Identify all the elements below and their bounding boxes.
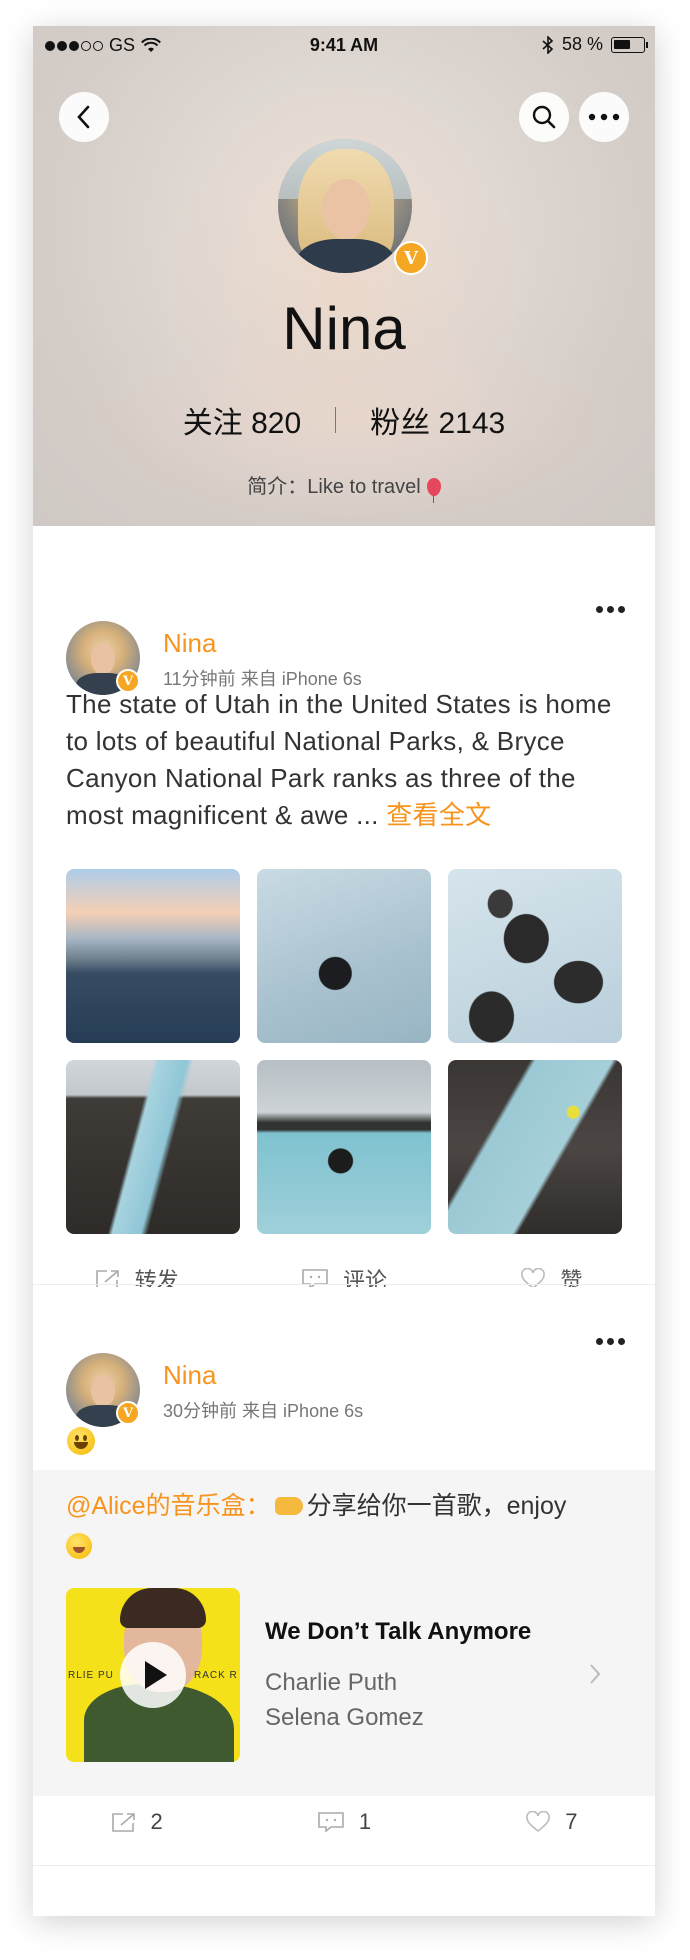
song-artist: Charlie Puth (265, 1669, 398, 1696)
post-actions: 2 1 7 (33, 1809, 655, 1835)
following-stat[interactable]: 关注 820 (183, 398, 301, 442)
verified-badge-icon: V (116, 1401, 140, 1425)
more-horizontal-icon (588, 113, 620, 121)
more-options-button[interactable] (579, 92, 629, 142)
comment-icon (318, 1812, 344, 1833)
battery-icon (611, 36, 648, 53)
profile-avatar[interactable] (278, 139, 412, 273)
person-on-rock-photo[interactable] (448, 1060, 622, 1234)
verified-badge-icon: V (394, 241, 428, 275)
battery-percent: 58 % (561, 34, 603, 54)
play-button[interactable] (120, 1642, 186, 1708)
album-cover-text: RACK R (194, 1670, 238, 1681)
post-divider (33, 1284, 655, 1285)
followers-stat[interactable]: 粉丝 2143 (370, 398, 505, 442)
feed-post: V Nina 11分钟前 来自 iPhone 6s The state of U… (33, 526, 655, 1293)
read-more-link[interactable]: 查看全文 (386, 800, 491, 830)
more-dot-icon (607, 606, 614, 613)
heart-icon (526, 1811, 550, 1833)
followers-label: 粉丝 (370, 407, 431, 440)
following-label: 关注 (182, 407, 243, 440)
post-meta: 30分钟前 来自 iPhone 6s (163, 1397, 363, 1423)
status-bar: GS 9:41 AM 58 % (33, 26, 655, 66)
share-icon (111, 1813, 135, 1832)
album-cover-text: RLIE PU (68, 1670, 114, 1681)
battery-fill (614, 39, 630, 49)
search-button[interactable] (519, 92, 569, 142)
stats-divider (335, 407, 337, 433)
followers-count: 2143 (438, 407, 506, 440)
repost-count: 2 (150, 1809, 163, 1834)
post-more-button[interactable] (596, 1338, 625, 1345)
repost-message: 分享给你一首歌，enjoy (306, 1492, 567, 1520)
profile-bio: 简介：Like to travel (33, 470, 655, 503)
search-icon (532, 105, 556, 129)
reposted-content[interactable]: @Alice的音乐盒： 分享给你一首歌，enjoy RLIE PU RACK R … (33, 1470, 655, 1796)
more-dot-icon (618, 1338, 625, 1345)
feed-post: V Nina 30分钟前 来自 iPhone 6s @Alice的音乐盒： 分享给… (33, 1287, 655, 1916)
following-count: 820 (251, 407, 302, 440)
comment-button[interactable]: 1 (240, 1809, 447, 1835)
more-dot-icon (607, 1338, 614, 1345)
lava-rocks-in-lagoon-photo[interactable] (448, 869, 622, 1043)
bathers-in-lagoon-photo[interactable] (257, 1060, 431, 1234)
like-count: 7 (565, 1809, 578, 1834)
more-dot-icon (596, 606, 603, 613)
more-dot-icon (618, 606, 625, 613)
post-body: The state of Utah in the United States i… (66, 689, 612, 830)
mention-link[interactable]: @Alice的音乐盒： (66, 1492, 271, 1520)
repost-button[interactable]: 2 (33, 1809, 240, 1835)
chevron-left-icon (77, 105, 90, 129)
grinning-face-emoji (67, 1427, 95, 1455)
post-author-name[interactable]: Nina (163, 1360, 216, 1391)
more-dot-icon (596, 1338, 603, 1345)
chevron-right-icon[interactable] (588, 1662, 602, 1686)
profile-stats: 关注 820 粉丝 2143 (33, 398, 655, 442)
post-source: 来自 iPhone 6s (242, 1401, 364, 1421)
smiling-face-emoji (66, 1533, 92, 1559)
lake-shore-photo[interactable] (66, 869, 240, 1043)
profile-header: GS 9:41 AM 58 % V Nina 关注 820 粉丝 2143 简介… (33, 26, 655, 526)
like-button[interactable]: 7 (448, 1809, 655, 1835)
balloon-icon (426, 478, 441, 503)
lava-field-river-photo[interactable] (66, 1060, 240, 1234)
bio-text: Like to travel (307, 476, 421, 498)
back-button[interactable] (59, 92, 109, 142)
comment-count: 1 (358, 1809, 372, 1834)
song-title: We Don’t Talk Anymore (265, 1618, 532, 1645)
pointing-hand-emoji (274, 1497, 303, 1515)
post-divider (33, 1865, 655, 1866)
post-more-button[interactable] (596, 606, 625, 613)
bather-in-blue-lagoon-photo[interactable] (257, 869, 431, 1043)
album-cover[interactable]: RLIE PU RACK R (66, 1588, 240, 1762)
phone-screen: GS 9:41 AM 58 % V Nina 关注 820 粉丝 2143 简介… (33, 26, 655, 1916)
post-time: 30分钟前 (163, 1401, 238, 1421)
song-artist: Selena Gomez (265, 1704, 424, 1731)
post-text: The state of Utah in the United States i… (66, 686, 626, 834)
profile-name: Nina (282, 295, 406, 362)
repost-text: @Alice的音乐盒： 分享给你一首歌，enjoy (66, 1486, 626, 1566)
post-author-name[interactable]: Nina (163, 628, 216, 659)
bio-label: 简介： (247, 476, 308, 498)
bluetooth-icon (542, 35, 554, 54)
